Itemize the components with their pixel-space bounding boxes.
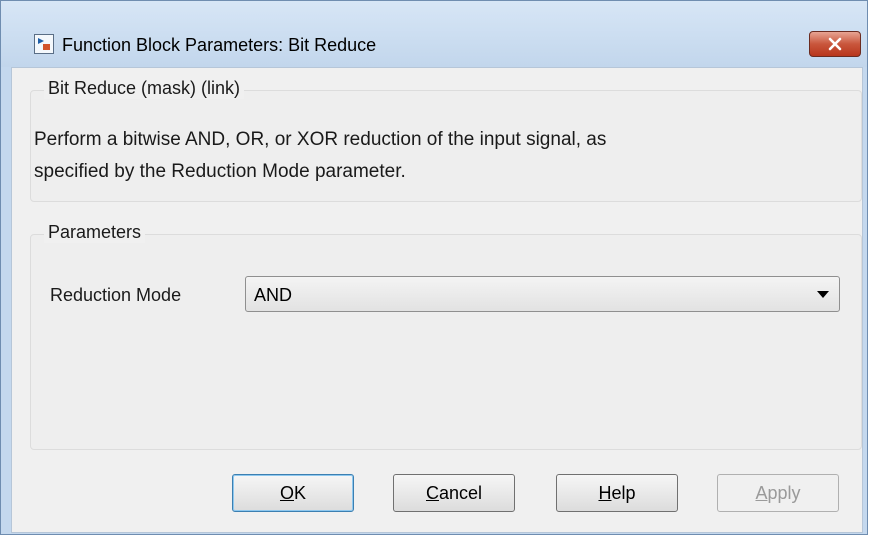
ok-label-rest: K	[294, 482, 307, 503]
mask-group-label: Bit Reduce (mask) (link)	[44, 78, 245, 99]
title-bar[interactable]: Function Block Parameters: Bit Reduce	[1, 1, 867, 67]
ok-button[interactable]: OK	[232, 474, 354, 512]
ok-mnemonic: O	[279, 482, 294, 503]
description-line-2: specified by the Reduction Mode paramete…	[34, 161, 406, 182]
simulink-block-icon	[34, 34, 54, 54]
reduction-mode-value: AND	[254, 285, 293, 305]
close-icon	[828, 37, 842, 51]
help-label-rest: elp	[611, 482, 636, 503]
mask-description: Perform a bitwise AND, OR, or XOR reduct…	[34, 124, 834, 188]
apply-label-rest: pply	[767, 482, 801, 503]
parameters-group	[30, 234, 862, 450]
cancel-mnemonic: C	[425, 482, 439, 503]
help-mnemonic: H	[598, 482, 612, 503]
reduction-mode-label: Reduction Mode	[50, 285, 182, 305]
window-title: Function Block Parameters: Bit Reduce	[62, 35, 377, 55]
reduction-mode-select[interactable]: AND	[245, 276, 840, 312]
parameters-group-label: Parameters	[44, 222, 146, 243]
chevron-down-icon	[817, 291, 829, 298]
cancel-label-rest: ancel	[438, 482, 483, 503]
cancel-button[interactable]: Cancel	[393, 474, 515, 512]
close-button[interactable]	[809, 31, 861, 57]
apply-mnemonic: A	[755, 482, 768, 503]
help-button[interactable]: Help	[556, 474, 678, 512]
description-line-1: Perform a bitwise AND, OR, or XOR reduct…	[34, 129, 607, 150]
apply-button: Apply	[717, 474, 839, 512]
